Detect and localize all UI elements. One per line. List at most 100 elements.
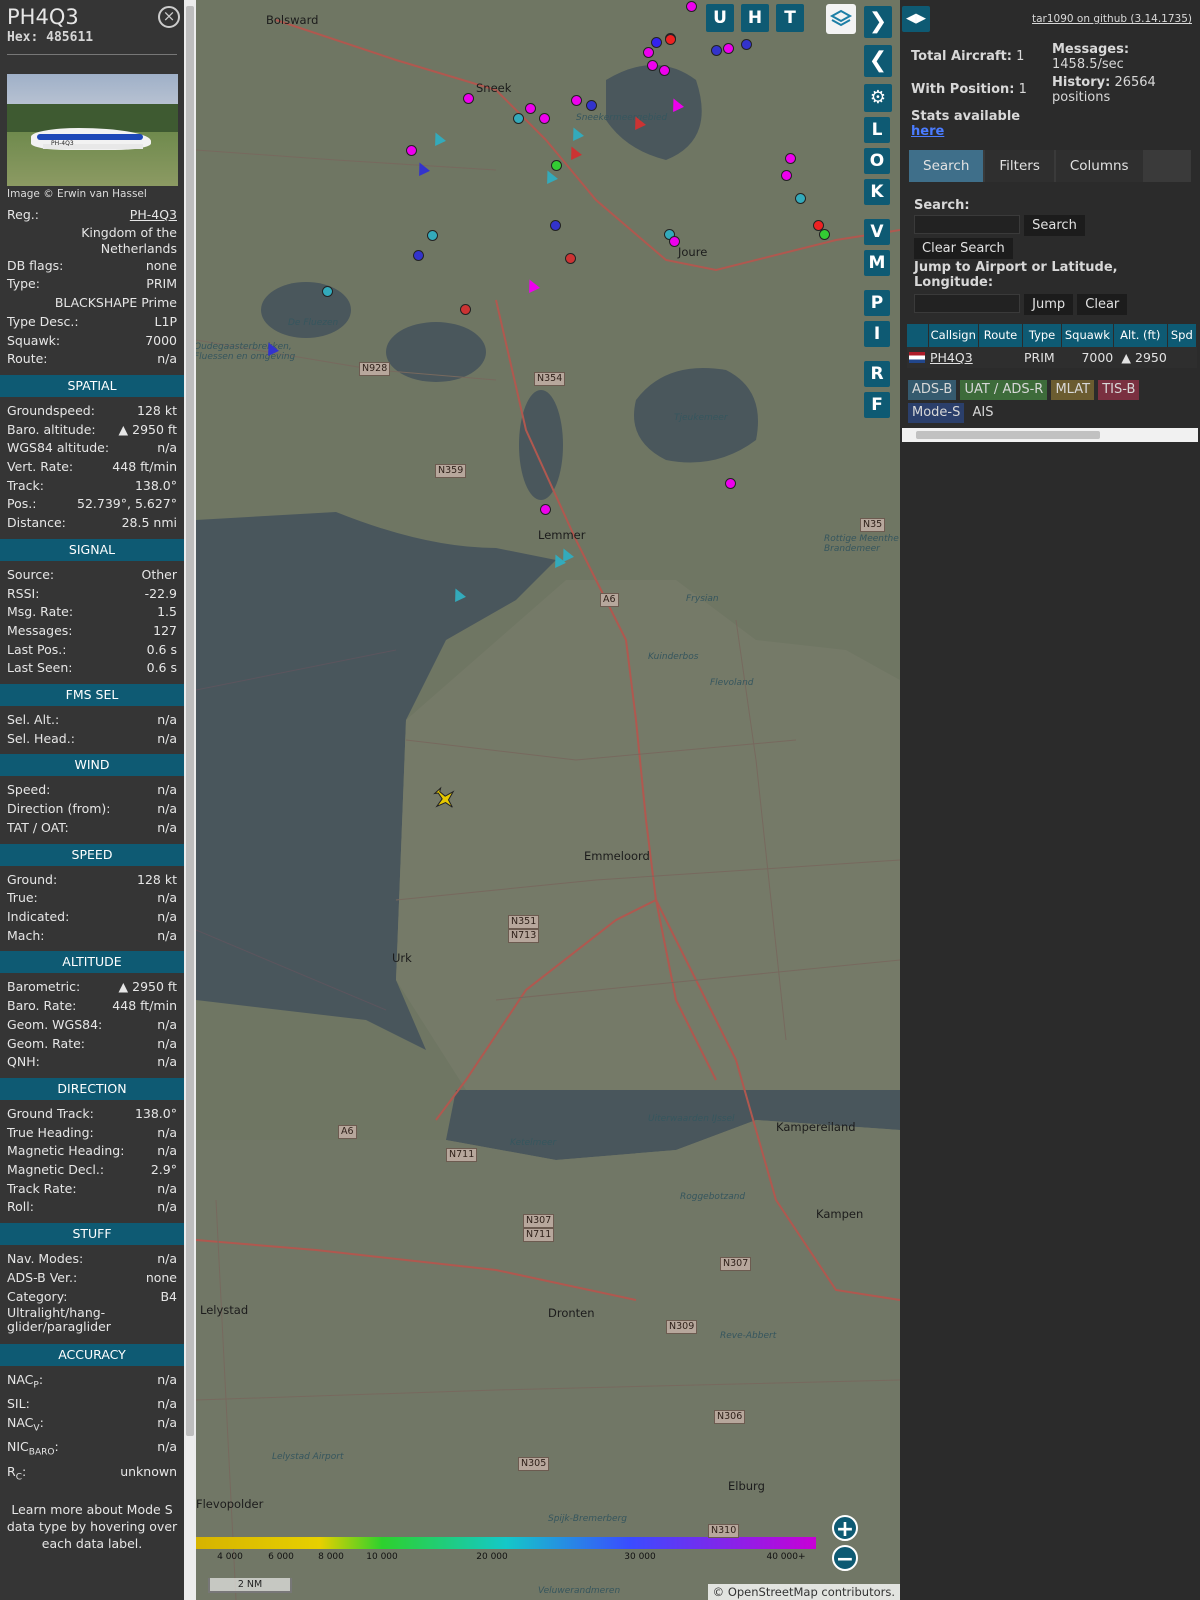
map-place-label: Kuinderbos xyxy=(648,652,699,662)
aircraft-marker[interactable] xyxy=(725,478,736,489)
aircraft-marker[interactable] xyxy=(651,37,662,48)
map-place-label: Kampereiland xyxy=(776,1120,856,1134)
aircraft-marker[interactable] xyxy=(785,153,796,164)
info-scrollbar[interactable] xyxy=(184,0,196,1600)
road-shield: N711 xyxy=(523,1228,555,1242)
aircraft-marker[interactable] xyxy=(525,103,536,114)
aircraft-marker[interactable] xyxy=(669,236,680,247)
accuracy-label: NICBARO: xyxy=(7,1439,59,1458)
map-button-t[interactable]: T xyxy=(776,4,804,32)
aircraft-marker[interactable] xyxy=(565,253,576,264)
stats-link[interactable]: here xyxy=(911,124,944,139)
column-header[interactable]: Route xyxy=(978,324,1023,347)
map-button-u[interactable]: U xyxy=(706,4,734,32)
reg-link[interactable]: PH-4Q3 xyxy=(130,206,177,225)
map-button-r[interactable]: R xyxy=(864,361,890,387)
info-row-value: ▲ 2950 ft xyxy=(118,979,177,995)
aircraft-marker[interactable] xyxy=(723,43,734,54)
aircraft-marker[interactable] xyxy=(795,193,806,204)
chevron-left-icon[interactable]: ❮ xyxy=(864,45,892,77)
info-row: Groundspeed: 128 kt xyxy=(0,402,184,421)
tab-search[interactable]: Search xyxy=(909,150,984,182)
map-place-label: De Fluezen xyxy=(288,318,339,328)
aircraft-marker[interactable] xyxy=(460,304,471,315)
aircraft-marker[interactable] xyxy=(322,286,333,297)
zoom-in-button[interactable]: + xyxy=(832,1515,858,1542)
table-scrollbar[interactable] xyxy=(902,428,1198,442)
tab-filters[interactable]: Filters xyxy=(985,150,1054,182)
accuracy-label-sub: V xyxy=(33,1423,40,1434)
category-desc-row: Ultralight/hang-glider/paraglider xyxy=(0,1306,184,1338)
map-button-m[interactable]: M xyxy=(864,250,890,276)
aircraft-marker[interactable] xyxy=(665,34,676,45)
hex-label: Hex: xyxy=(7,30,39,45)
jump-button[interactable]: Jump xyxy=(1024,294,1074,315)
aircraft-photo[interactable]: PH-4Q3 xyxy=(7,74,178,186)
map-place-label: Rottige Meenthe & Brandemeer xyxy=(824,534,900,554)
aircraft-marker[interactable] xyxy=(540,504,551,515)
info-row-label: Last Seen: xyxy=(7,660,73,676)
info-row: Nav. Modes: n/a xyxy=(0,1250,184,1269)
info-row-label: Msg. Rate: xyxy=(7,604,74,620)
close-icon[interactable]: × xyxy=(158,6,180,28)
map-button-p[interactable]: P xyxy=(864,290,890,316)
github-link[interactable]: tar1090 on github (3.14.1735) xyxy=(1032,13,1192,25)
expand-collapse-icon[interactable]: ◀▶ xyxy=(902,6,930,32)
map[interactable]: Bolsward Sneek Joure Lemmer Emmeloord Urk Lely… xyxy=(196,0,900,1600)
aircraft-marker[interactable] xyxy=(741,39,752,50)
info-row: Messages: 127 xyxy=(0,622,184,641)
aircraft-marker[interactable] xyxy=(413,250,424,261)
cell-alt: ▲ 2950 xyxy=(1121,350,1167,365)
map-button-o[interactable]: O xyxy=(864,148,890,174)
zoom-out-button[interactable]: − xyxy=(832,1545,858,1572)
aircraft-marker[interactable] xyxy=(513,113,524,124)
map-button-i[interactable]: I xyxy=(864,321,890,347)
aircraft-marker[interactable] xyxy=(463,93,474,104)
map-button-l[interactable]: L xyxy=(864,117,890,143)
chevron-right-icon[interactable]: ❯ xyxy=(864,6,892,38)
layers-icon[interactable] xyxy=(826,4,856,34)
info-row-label: Barometric: xyxy=(7,979,81,995)
clear-search-button[interactable]: Clear Search xyxy=(914,238,1013,259)
map-button-h[interactable]: H xyxy=(741,4,769,32)
aircraft-marker[interactable] xyxy=(550,220,561,231)
aircraft-marker[interactable] xyxy=(659,65,670,76)
table-row[interactable]: PH4Q3 PRIM 7000 ▲ 2950 xyxy=(907,347,1197,368)
aircraft-marker[interactable] xyxy=(571,95,582,106)
info-row-label: Ground: xyxy=(7,871,58,887)
info-row-value: 1.5 xyxy=(157,604,177,620)
info-row: Sel. Alt.: n/a xyxy=(0,711,184,730)
column-header[interactable]: Alt. (ft) xyxy=(1113,324,1167,347)
map-button-k[interactable]: K xyxy=(864,179,890,205)
aircraft-marker[interactable] xyxy=(586,100,597,111)
info-row-label: Track Rate: xyxy=(7,1180,77,1196)
selected-plane-icon[interactable] xyxy=(432,786,458,812)
search-input[interactable] xyxy=(914,215,1020,234)
aircraft-marker[interactable] xyxy=(406,145,417,156)
info-row: Geom. Rate: n/a xyxy=(0,1035,184,1054)
aircraft-marker[interactable] xyxy=(647,60,658,71)
aircraft-marker[interactable] xyxy=(819,229,830,240)
info-row-label: Groundspeed: xyxy=(7,402,95,418)
jump-input[interactable] xyxy=(914,294,1020,313)
column-header[interactable]: Squawk xyxy=(1061,324,1113,347)
aircraft-marker[interactable] xyxy=(539,113,550,124)
road-shield: A6 xyxy=(338,1125,357,1139)
info-row: Track Rate: n/a xyxy=(0,1180,184,1199)
aircraft-marker[interactable] xyxy=(686,1,697,12)
gear-icon[interactable]: ⚙ xyxy=(864,84,892,112)
column-header[interactable]: Spd xyxy=(1167,324,1196,347)
map-button-f[interactable]: F xyxy=(864,392,890,418)
column-header[interactable]: Type xyxy=(1023,324,1061,347)
map-button-v[interactable]: V xyxy=(864,219,890,245)
aircraft-marker[interactable] xyxy=(711,45,722,56)
osm-link[interactable]: OpenStreetMap xyxy=(728,1585,818,1599)
aircraft-marker[interactable] xyxy=(781,170,792,181)
search-button[interactable]: Search xyxy=(1024,215,1085,236)
tab-columns[interactable]: Columns xyxy=(1055,150,1143,182)
info-row: Direction (from): n/a xyxy=(0,800,184,819)
column-header[interactable]: Callsign xyxy=(928,324,978,347)
aircraft-marker[interactable] xyxy=(643,47,654,58)
aircraft-marker[interactable] xyxy=(427,230,438,241)
clear-button[interactable]: Clear xyxy=(1077,294,1128,315)
